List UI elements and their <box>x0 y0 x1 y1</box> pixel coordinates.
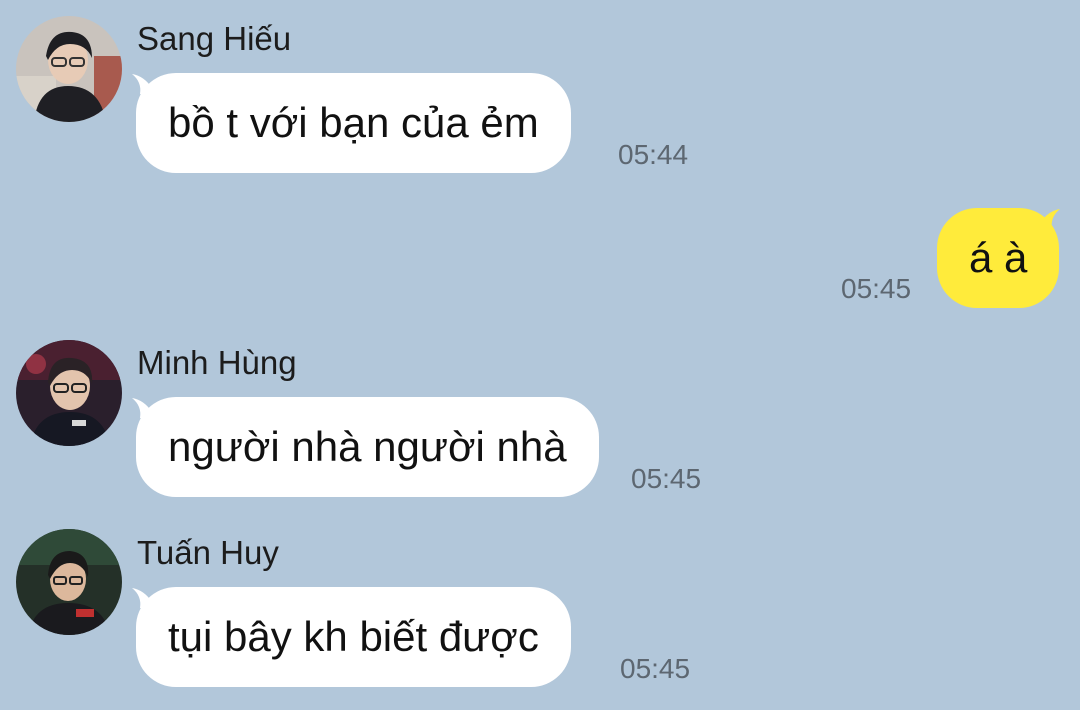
message-timestamp: 05:45 <box>841 273 912 304</box>
message-bubble[interactable]: người nhà người nhà <box>136 397 599 497</box>
sender-name: Tuấn Huy <box>137 534 279 571</box>
avatar[interactable] <box>16 16 122 122</box>
sender-name: Minh Hùng <box>137 344 297 381</box>
sender-name: Sang Hiếu <box>137 20 292 57</box>
message-bubble[interactable]: tụi bây kh biết được <box>136 587 571 687</box>
avatar[interactable] <box>16 529 122 635</box>
message-timestamp: 05:45 <box>631 463 702 494</box>
bubble-tail <box>1040 209 1060 229</box>
message-bubble[interactable]: bồ t với bạn của ẻm <box>136 73 571 173</box>
message-timestamp: 05:45 <box>620 653 691 684</box>
avatar[interactable] <box>16 340 122 446</box>
message-timestamp: 05:44 <box>618 139 689 170</box>
